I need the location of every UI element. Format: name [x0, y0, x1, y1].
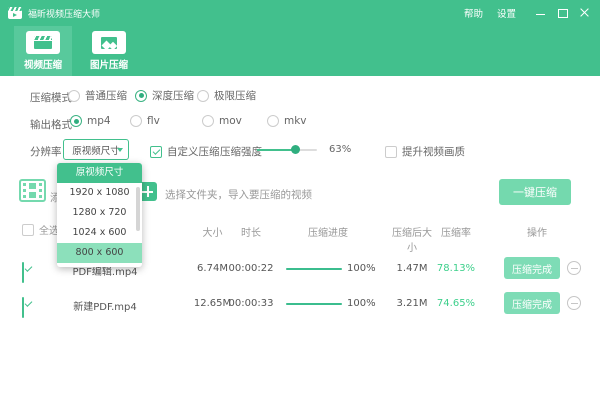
progress-bar — [286, 268, 342, 270]
mode-label: 压缩模式 — [30, 90, 72, 105]
tabbar: 视频压缩 图片压缩 — [0, 26, 600, 76]
radio-icon — [130, 115, 142, 127]
dropdown-option-hover[interactable]: 800 x 600 — [57, 243, 142, 263]
dropdown-scrollbar[interactable] — [136, 187, 140, 231]
radio-label: flv — [147, 115, 160, 127]
radio-format-mkv[interactable]: mkv — [267, 115, 307, 127]
clapperboard-icon — [34, 36, 52, 49]
radio-icon — [202, 115, 214, 127]
compress-ratio: 78.13% — [432, 263, 480, 274]
header-action: 操作 — [510, 224, 564, 239]
tab-label: 视频压缩 — [24, 57, 62, 71]
format-label: 输出格式 — [30, 117, 72, 132]
custom-compress-checkbox[interactable]: 自定义压缩 — [150, 144, 220, 159]
radio-normal-compress[interactable]: 普通压缩 — [68, 88, 127, 103]
chevron-down-icon — [117, 148, 123, 152]
checkbox-label: 提升视频画质 — [402, 144, 465, 159]
titlebar: 福昕视频压缩大师 帮助 设置 — [0, 0, 600, 26]
table-row: 新建PDF.mp4 12.65M 00:00:33 100% 3.21M 74.… — [0, 291, 600, 317]
file-duration: 00:00:33 — [228, 298, 274, 309]
video-tab-tile — [26, 31, 60, 54]
radio-format-mov[interactable]: mov — [202, 115, 242, 127]
minimize-icon[interactable] — [536, 8, 546, 18]
progress-bar — [286, 303, 342, 305]
radio-label: mkv — [284, 115, 307, 127]
slider-handle[interactable] — [291, 145, 300, 154]
resolution-dropdown-menu: 原视频尺寸 1920 x 1080 1280 x 720 1024 x 600 … — [57, 163, 142, 267]
strength-label: 压缩强度 — [220, 144, 262, 159]
select-all-label: 全选 — [39, 222, 59, 237]
one-click-compress-button[interactable]: 一键压缩 — [499, 179, 571, 205]
checkbox-label: 自定义压缩 — [167, 144, 220, 159]
radio-icon-selected — [135, 90, 147, 102]
radio-icon — [197, 90, 209, 102]
progress-fill — [286, 268, 342, 270]
remove-file-icon[interactable] — [567, 261, 581, 275]
file-name: 新建PDF.mp4 — [50, 298, 160, 313]
progress-percent: 100% — [347, 298, 383, 309]
dropdown-option[interactable]: 1024 x 600 — [57, 223, 142, 243]
header-after-size: 压缩后大小 — [388, 224, 436, 254]
radio-icon — [267, 115, 279, 127]
after-size: 1.47M — [388, 263, 436, 274]
close-icon[interactable] — [580, 8, 590, 18]
radio-label: mov — [219, 115, 242, 127]
dropdown-option[interactable]: 1280 x 720 — [57, 203, 142, 223]
header-duration: 时长 — [228, 224, 274, 239]
compress-done-button[interactable]: 压缩完成 — [504, 257, 560, 279]
progress-percent: 100% — [347, 263, 383, 274]
image-icon — [101, 37, 117, 49]
slider-fill — [257, 149, 295, 151]
row-checkbox-checked[interactable] — [22, 262, 24, 283]
checkbox-checked-icon — [150, 146, 162, 158]
compress-done-button[interactable]: 压缩完成 — [504, 292, 560, 314]
settings-link[interactable]: 设置 — [497, 6, 516, 20]
radio-icon-selected — [70, 115, 82, 127]
filmstrip-icon — [19, 177, 46, 208]
after-size: 3.21M — [388, 298, 436, 309]
tab-label: 图片压缩 — [90, 57, 128, 71]
radio-label: 深度压缩 — [152, 88, 194, 103]
radio-icon — [68, 90, 80, 102]
remove-file-icon[interactable] — [567, 296, 581, 310]
radio-label: 普通压缩 — [85, 88, 127, 103]
main-content: 压缩模式 普通压缩 深度压缩 极限压缩 输出格式 mp4 flv mov mkv… — [0, 76, 600, 407]
dropdown-option[interactable]: 1920 x 1080 — [57, 183, 142, 203]
resolution-select[interactable]: 原视频尺寸 — [63, 139, 129, 160]
maximize-icon[interactable] — [558, 8, 568, 18]
resolution-label: 分辨率 — [30, 144, 62, 159]
file-duration: 00:00:22 — [228, 263, 274, 274]
dropdown-option-selected[interactable]: 原视频尺寸 — [57, 163, 142, 183]
radio-label: 极限压缩 — [214, 88, 256, 103]
tab-image-compress[interactable]: 图片压缩 — [72, 26, 146, 76]
tab-video-compress[interactable]: 视频压缩 — [14, 26, 72, 76]
app-logo-icon — [8, 7, 22, 19]
quality-checkbox[interactable]: 提升视频画质 — [385, 144, 465, 159]
checkbox-icon — [22, 224, 34, 236]
strength-value: 63% — [329, 144, 351, 155]
checkbox-icon — [385, 146, 397, 158]
row-checkbox-checked[interactable] — [22, 297, 24, 318]
radio-format-mp4[interactable]: mp4 — [70, 115, 111, 127]
header-progress: 压缩进度 — [297, 224, 359, 239]
select-all-checkbox[interactable]: 全选 — [22, 222, 59, 237]
app-title: 福昕视频压缩大师 — [28, 7, 100, 20]
image-tab-tile — [92, 31, 126, 54]
header-ratio: 压缩率 — [432, 224, 480, 239]
radio-extreme-compress[interactable]: 极限压缩 — [197, 88, 256, 103]
radio-label: mp4 — [87, 115, 111, 127]
progress-fill — [286, 303, 342, 305]
dropdown-option-clipped[interactable]: 720 x 576 — [57, 263, 142, 267]
radio-format-flv[interactable]: flv — [130, 115, 160, 127]
strength-slider[interactable] — [257, 149, 317, 151]
radio-deep-compress[interactable]: 深度压缩 — [135, 88, 194, 103]
help-link[interactable]: 帮助 — [464, 6, 483, 20]
resolution-selected-value: 原视频尺寸 — [72, 143, 120, 157]
import-hint: 选择文件夹，导入要压缩的视频 — [165, 187, 312, 202]
compress-ratio: 74.65% — [432, 298, 480, 309]
